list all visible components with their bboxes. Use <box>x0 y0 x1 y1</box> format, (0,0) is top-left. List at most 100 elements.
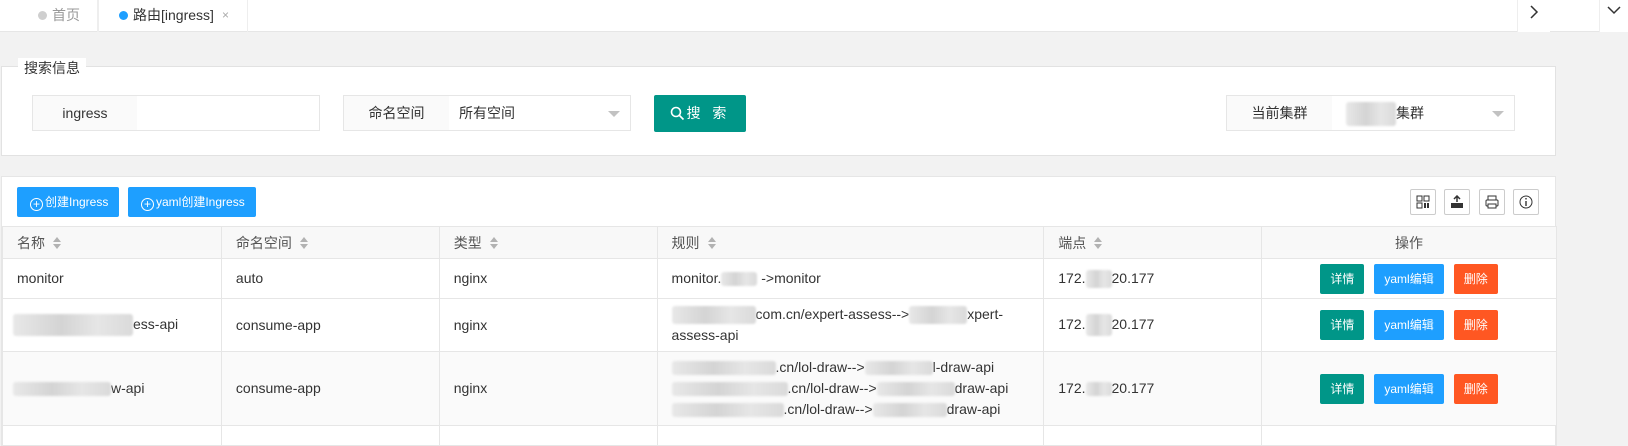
table-row <box>2 425 1557 446</box>
cell-endpoint: 172. 20.177 <box>1043 351 1263 426</box>
cluster-select[interactable]: 集群 <box>1332 95 1515 131</box>
redacted-text <box>1346 102 1396 127</box>
sort-icon[interactable] <box>53 236 61 249</box>
tab-status-dot <box>38 11 47 20</box>
column-header-label: 类型 <box>453 234 482 251</box>
tab-home[interactable]: 首页 <box>0 0 98 32</box>
yaml-edit-button[interactable]: yaml编辑 <box>1374 373 1444 404</box>
export-icon[interactable] <box>1444 189 1470 215</box>
rule-line: assess-api <box>671 327 739 343</box>
redacted-text <box>671 306 756 325</box>
cell-actions: 详情 yaml编辑 删除 <box>1261 258 1557 299</box>
endpoint-text: 172. <box>1058 315 1086 332</box>
redacted-text <box>864 361 933 376</box>
chevron-down-icon[interactable] <box>1599 0 1628 32</box>
redacted-text <box>1085 382 1112 397</box>
column-header-label: 规则 <box>671 234 700 251</box>
rule-text: .cn/lol-draw--> <box>783 401 873 417</box>
namespace-select[interactable]: 所有空间 <box>449 95 631 131</box>
column-header-endpoint[interactable]: 端点 <box>1043 226 1263 259</box>
ingress-table-panel: + 创建Ingress + yaml创建Ingress 名称 命名空间 类型 规则 <box>1 176 1557 446</box>
column-header-rules[interactable]: 规则 <box>656 226 1045 259</box>
table-toolbar: + 创建Ingress + yaml创建Ingress <box>2 177 1555 227</box>
columns-filter-icon[interactable] <box>1410 189 1436 215</box>
table-row: monitor auto nginx monitor. ->monitor 17… <box>2 258 1557 299</box>
namespace-label: 命名空间 <box>343 95 450 131</box>
redacted-text <box>721 272 758 287</box>
endpoint-text: 172. <box>1058 380 1086 396</box>
sort-icon[interactable] <box>299 236 308 249</box>
cell-actions: 详情 yaml编辑 删除 <box>1261 351 1557 426</box>
ingress-name-label: ingress <box>32 95 138 131</box>
close-icon[interactable]: × <box>222 0 229 30</box>
tab-status-dot <box>119 11 128 20</box>
rule-text: l-draw-api <box>932 359 995 375</box>
ingress-name-input[interactable] <box>137 95 320 131</box>
yaml-create-ingress-button[interactable]: + yaml创建Ingress <box>128 187 256 217</box>
sort-icon[interactable] <box>489 236 498 249</box>
redacted-text <box>1085 270 1112 289</box>
rule-text: draw-api <box>946 401 1001 417</box>
rule-line: com.cn/expert-assess--> xpert- <box>671 304 1030 325</box>
cell-type: nginx <box>438 298 658 352</box>
rule-text: monitor. <box>671 270 722 286</box>
search-button[interactable]: 搜 索 <box>654 95 746 132</box>
yaml-edit-button[interactable]: yaml编辑 <box>1374 310 1444 340</box>
cell-type: nginx <box>438 351 658 426</box>
table-header-row: 名称 命名空间 类型 规则 端点 操作 <box>2 226 1557 259</box>
redacted-text <box>671 382 788 397</box>
cell-rules: .cn/lol-draw--> l-draw-api .cn/lol-draw--… <box>656 351 1045 426</box>
create-ingress-label: 创建Ingress <box>45 195 109 209</box>
cell-endpoint: 172. 20.177 <box>1043 298 1263 352</box>
detail-button[interactable]: 详情 <box>1320 263 1365 294</box>
ingress-table: 名称 命名空间 类型 规则 端点 操作 monitor auto nginx m… <box>2 226 1557 446</box>
table-row: w-api consume-app nginx .cn/lol-draw--> l… <box>2 351 1557 426</box>
redacted-text <box>13 382 111 397</box>
endpoint-text: 20.177 <box>1111 270 1155 286</box>
rule-text: .cn/lol-draw--> <box>787 380 877 396</box>
plus-circle-icon: + <box>141 198 154 211</box>
rule-line: .cn/lol-draw--> draw-api <box>671 399 1030 420</box>
column-header-label: 操作 <box>1395 234 1424 251</box>
create-ingress-button[interactable]: + 创建Ingress <box>17 187 120 217</box>
endpoint-text: 20.177 <box>1111 380 1155 396</box>
chevron-right-icon[interactable] <box>1517 0 1550 32</box>
rule-text: com.cn/expert-assess--> <box>755 306 910 322</box>
yaml-edit-button[interactable]: yaml编辑 <box>1374 263 1444 294</box>
search-icon <box>670 106 684 121</box>
detail-button[interactable]: 详情 <box>1320 310 1365 340</box>
rule-line: .cn/lol-draw--> draw-api <box>671 378 1030 399</box>
rule-text: ->monitor <box>761 270 821 286</box>
dropdown-caret-icon <box>1492 111 1504 117</box>
rule-text: xpert- <box>967 306 1004 322</box>
delete-button[interactable]: 删除 <box>1453 263 1498 294</box>
detail-button[interactable]: 详情 <box>1320 373 1365 404</box>
yaml-create-ingress-label: yaml创建Ingress <box>156 195 245 209</box>
table-row: ess-api consume-app nginx com.cn/expert-… <box>2 298 1557 352</box>
search-panel: 搜索信息 ingress 命名空间 所有空间 搜 索 当前集群 集群 <box>1 58 1556 156</box>
print-icon[interactable] <box>1479 189 1505 215</box>
sort-icon[interactable] <box>1094 236 1103 249</box>
tab-ingress[interactable]: 路由[ingress] × <box>98 0 248 32</box>
sort-icon[interactable] <box>707 236 716 249</box>
redacted-text <box>872 403 947 418</box>
cell-name: w-api <box>2 351 222 426</box>
search-button-label: 搜 索 <box>686 105 731 121</box>
redacted-text <box>876 382 955 397</box>
delete-button[interactable]: 删除 <box>1453 310 1498 340</box>
cell-rules: monitor. ->monitor <box>656 258 1045 299</box>
cell-namespace: consume-app <box>220 351 440 426</box>
column-header-label: 名称 <box>17 234 45 251</box>
plus-circle-icon: + <box>30 198 43 211</box>
info-icon[interactable] <box>1513 189 1539 215</box>
rule-text: draw-api <box>954 380 1009 396</box>
column-header-name[interactable]: 名称 <box>2 226 222 259</box>
column-header-namespace[interactable]: 命名空间 <box>220 226 440 259</box>
redacted-text <box>13 314 133 337</box>
cell-type: nginx <box>438 258 658 299</box>
delete-button[interactable]: 删除 <box>1453 373 1498 404</box>
redacted-text <box>671 403 784 418</box>
cell-rules: com.cn/expert-assess--> xpert- assess-api <box>656 298 1045 352</box>
rule-line: .cn/lol-draw--> l-draw-api <box>671 357 1030 378</box>
column-header-type[interactable]: 类型 <box>438 226 658 259</box>
